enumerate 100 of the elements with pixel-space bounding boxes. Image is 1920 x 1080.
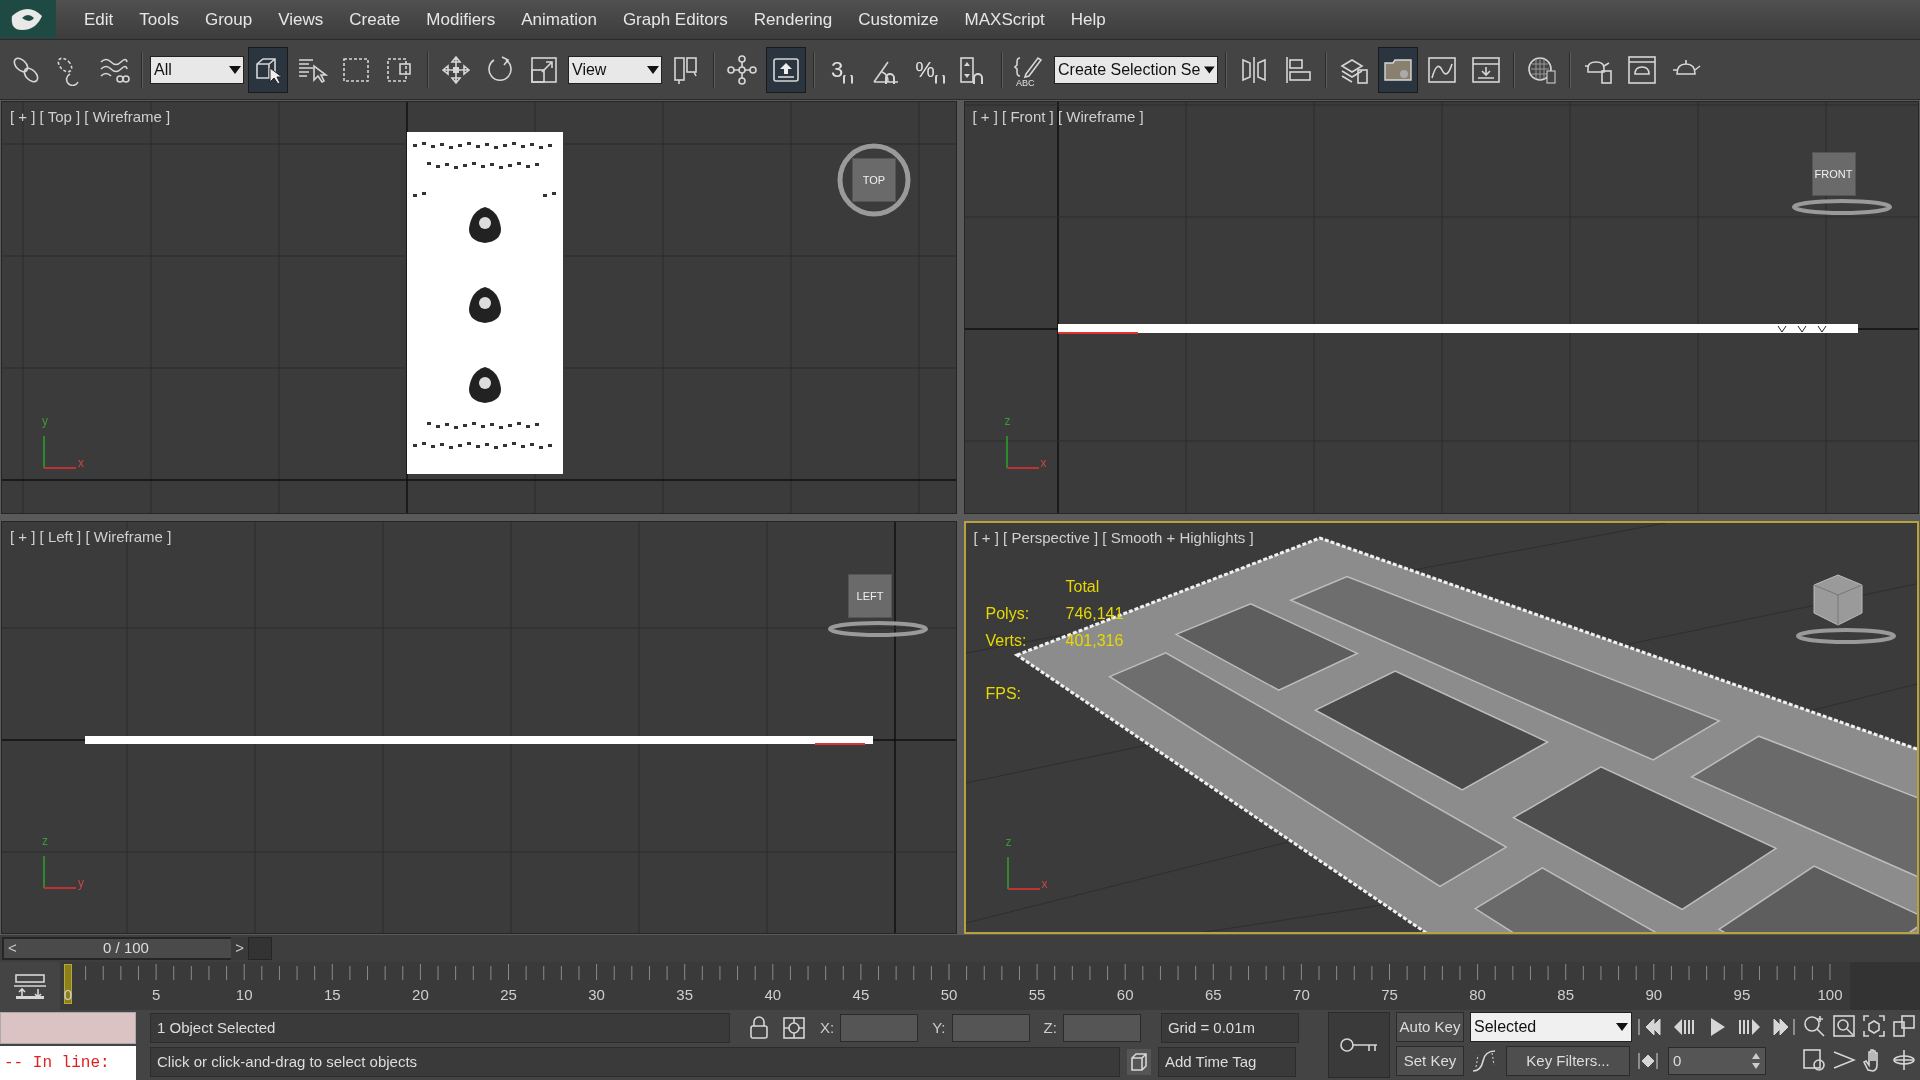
coordinate-field[interactable] [1062, 1014, 1141, 1042]
frame-number: 10 [235, 985, 253, 1005]
zoom-icon[interactable] [1802, 1014, 1826, 1038]
time-slider-track[interactable]: < 0 / 100 > [2, 937, 272, 960]
frame-number: 15 [323, 985, 341, 1005]
frame-number: 0 [63, 985, 73, 1005]
zoom-extents-icon[interactable] [1862, 1014, 1886, 1038]
menu-item[interactable]: Edit [72, 6, 126, 33]
compass-ring-icon [828, 619, 928, 639]
menu-item[interactable]: Views [266, 6, 336, 33]
magnet-icon [934, 74, 945, 85]
compass-ring-icon [836, 142, 912, 218]
menu-item[interactable]: Animation [509, 6, 609, 33]
viewport[interactable]: [ + ] [ Left ] [ Wireframe ] LEFT z y [1, 521, 957, 934]
stats-value: 401,316 [1065, 631, 1124, 651]
frame-number: 80 [1469, 985, 1486, 1005]
key-mode-dropdown[interactable]: Selected [1470, 1012, 1632, 1042]
frame-number: 30 [588, 985, 605, 1005]
frame-number: 85 [1557, 985, 1575, 1005]
axis-label: x [1041, 876, 1048, 893]
listener-prompt-field[interactable]: -- In line: [0, 1046, 136, 1080]
menu-item[interactable]: Rendering [741, 6, 845, 33]
viewport-label: [ + ] [ Perspective ] [ Smooth + Highlights ] [973, 528, 1254, 548]
frame-number: 35 [676, 985, 694, 1005]
compass-ring-icon [1795, 626, 1896, 646]
glyph: ABC [1016, 77, 1035, 90]
track-bar[interactable]: 0 5 10 15 20 25 30 35 40 45 50 55 60 65 70 75 80 85 90 95 100 [60, 962, 1850, 1010]
menu-item[interactable]: Create [337, 6, 413, 33]
view-cube[interactable]: TOP [852, 158, 896, 202]
stats-header: Total [1065, 577, 1101, 597]
stats-label: FPS: [985, 684, 1023, 704]
viewport-label: [ + ] [ Front ] [ Wireframe ] [972, 107, 1144, 127]
orbit-icon[interactable] [1892, 1048, 1916, 1072]
key-filters-button[interactable]: Key Filters... [1506, 1046, 1630, 1076]
viewport[interactable]: [ + ] [ Perspective ] [ Smooth + Highlights ] z x Total Polys: 746,141 Verts: 401,316 FPS: [963, 521, 1919, 934]
magnet-icon [843, 74, 854, 85]
dropdown-value: Create Selection Se [1058, 59, 1201, 80]
viewport[interactable]: [ + ] [ Top ] [ Wireframe ] TOP y x [1, 101, 957, 514]
scene-explorer-button[interactable] [1378, 46, 1418, 93]
compass-ring-icon [1791, 197, 1892, 217]
triangle-view-icon[interactable] [1832, 1048, 1856, 1072]
frame-number: 60 [1116, 985, 1134, 1005]
axis-label: x [1040, 455, 1047, 472]
set-key-text-button[interactable]: Set Key [1396, 1046, 1464, 1076]
percent-snap-button[interactable]: % [910, 46, 950, 93]
add-time-tag-button[interactable]: Add Time Tag [1158, 1047, 1296, 1077]
set-key-button[interactable] [1328, 1012, 1390, 1078]
frame-counter: 0 / 100 [103, 938, 149, 959]
menu-item[interactable]: Group [193, 6, 265, 33]
crosshair-box-icon [782, 1016, 806, 1040]
frame-number: 55 [1028, 985, 1046, 1005]
coordinate-field[interactable] [951, 1014, 1030, 1042]
keyboard-override-button[interactable] [766, 46, 806, 93]
frame-number: 100 [1817, 985, 1843, 1005]
selection-info-text: 1 Object Selected [157, 1017, 276, 1038]
auto-key-button[interactable]: Auto Key [1396, 1012, 1464, 1042]
select-object-button[interactable] [248, 46, 288, 93]
field-of-view-icon[interactable] [1802, 1048, 1826, 1072]
view-cube[interactable]: FRONT [1811, 152, 1856, 196]
time-marker[interactable] [64, 964, 72, 1004]
app-logo-icon[interactable] [0, 0, 56, 40]
time-slider-thumb[interactable]: < 0 / 100 > [3, 938, 249, 959]
prompt-text: Click or click-and-drag to select objects [157, 1051, 418, 1072]
time-slider-prev[interactable]: < [4, 937, 21, 960]
key-icon [1339, 1035, 1379, 1055]
axis-label: x [78, 455, 84, 472]
spinner-arrows-icon [1751, 1051, 1761, 1071]
coordinate-field[interactable] [840, 1014, 919, 1042]
zoom-extents-all-icon[interactable] [1892, 1014, 1916, 1038]
time-tag-icon[interactable] [1126, 1048, 1152, 1076]
menu-item[interactable]: Tools [127, 6, 191, 33]
frame-number: 50 [940, 985, 958, 1005]
listener-field[interactable] [0, 1012, 136, 1044]
dropdown[interactable]: View [568, 55, 662, 84]
dropdown[interactable]: Create Selection Se [1054, 55, 1218, 84]
zoom-all-icon[interactable] [1832, 1014, 1856, 1038]
listener-prompt: -- In line: [4, 1053, 110, 1074]
frame-field[interactable]: 0 [1668, 1047, 1766, 1075]
frame-number: 75 [1381, 985, 1398, 1005]
frame-number: 45 [852, 985, 870, 1005]
viewport[interactable]: [ + ] [ Front ] [ Wireframe ] FRONT z x [963, 101, 1919, 514]
axis-label: y [42, 413, 48, 430]
menu-item[interactable]: Graph Editors [610, 6, 740, 33]
axis-label: z [1004, 413, 1011, 430]
coordinate-label: Y: [932, 1017, 946, 1038]
dropdown-value: All [154, 59, 172, 80]
menu-item[interactable]: Customize [846, 6, 951, 33]
frame-value: 0 [1673, 1050, 1682, 1071]
view-cube[interactable]: LEFT [848, 574, 892, 618]
stats-label: Verts: [985, 631, 1028, 651]
snap-button[interactable]: 3 [822, 46, 862, 93]
viewport-label: [ + ] [ Left ] [ Wireframe ] [10, 527, 172, 547]
dropdown[interactable]: All [150, 55, 244, 84]
menu-item[interactable]: Modifiers [414, 6, 508, 33]
time-slider-next[interactable]: > [231, 937, 248, 960]
axis-label: y [78, 875, 84, 892]
menu-item[interactable]: Help [1058, 6, 1118, 33]
edit-named-selection-button[interactable]: ABC [1010, 46, 1050, 93]
menu-item[interactable]: MAXScript [952, 6, 1057, 33]
lock-icon [748, 1016, 770, 1040]
